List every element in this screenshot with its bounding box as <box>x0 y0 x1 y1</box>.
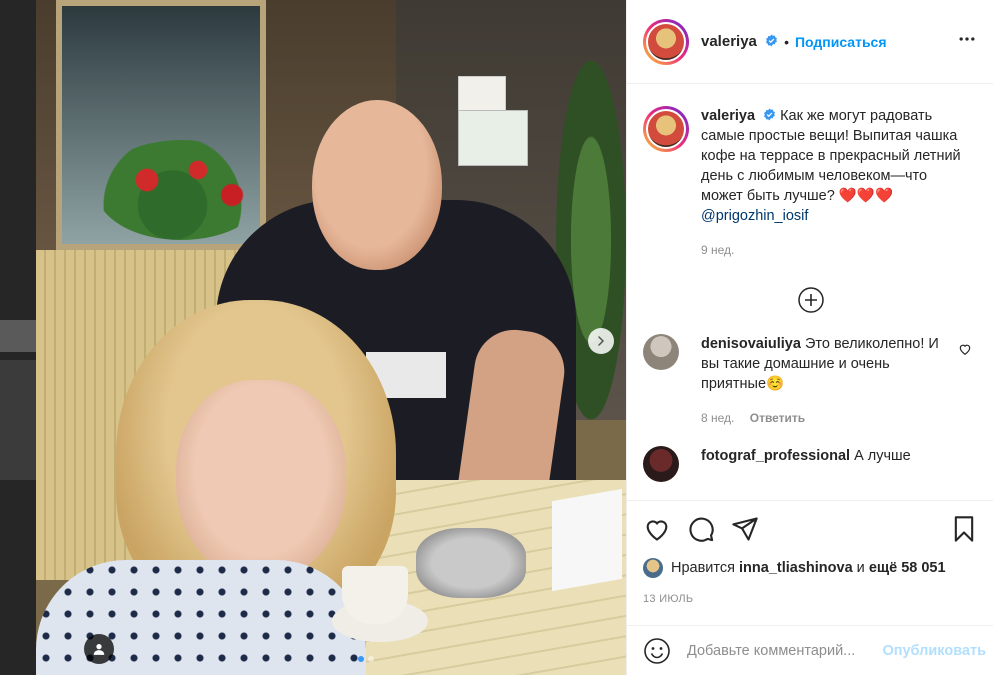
caption-body: valeriya Как же могут радовать самые про… <box>701 106 971 260</box>
comments-scroll-area[interactable]: valeriya Как же могут радовать самые про… <box>627 84 993 500</box>
likes-middle: и <box>856 560 865 576</box>
bookmark-icon[interactable] <box>950 515 978 543</box>
more-options-icon <box>959 37 975 41</box>
carousel-dot <box>368 656 374 662</box>
comment-meta: 8 нед. Ответить <box>701 408 945 428</box>
author-username-text: valeriya <box>701 33 757 50</box>
like-heart-icon[interactable] <box>643 515 671 543</box>
carousel-indicator <box>358 656 374 662</box>
comment-avatar[interactable] <box>643 446 679 482</box>
photo-sign <box>458 76 506 112</box>
post-date[interactable]: 13 ИЮЛЬ <box>643 593 978 605</box>
comment-input[interactable] <box>687 643 877 659</box>
user-tag-button[interactable] <box>84 634 114 664</box>
header-separator: • <box>784 33 789 50</box>
comment-body: fotograf_professional А лучше <box>701 446 945 482</box>
likes-prefix: Нравится <box>671 560 735 576</box>
author-username[interactable]: valeriya <box>701 33 778 50</box>
carousel-next-button[interactable] <box>588 328 614 354</box>
caption-mention-link[interactable]: @prigozhin_iosif <box>701 208 808 224</box>
post-actions: Нравится inna_tliashinova и ещё 58 051 1… <box>627 500 993 675</box>
caption-timestamp[interactable]: 9 нед. <box>701 240 971 260</box>
post-caption: valeriya Как же могут радовать самые про… <box>627 84 993 260</box>
photo-sugar-bowl <box>416 528 526 598</box>
comment-reply-button[interactable]: Ответить <box>750 411 805 425</box>
emoji-icon[interactable] <box>643 637 671 665</box>
backdrop-strip <box>0 360 36 480</box>
comment-body: denisovaiuliya Это великолепно! И вы так… <box>701 334 945 428</box>
more-options-button[interactable] <box>957 29 977 54</box>
photo-woman-dress <box>36 560 366 675</box>
photo-menu-board <box>458 110 528 166</box>
post-header: valeriya • Подписаться <box>627 0 993 84</box>
comment-composer: Опубликовать <box>627 625 993 675</box>
load-more-comments-icon <box>797 287 824 313</box>
carousel-dot <box>358 656 364 662</box>
comment-text: А лучше <box>854 448 911 464</box>
follow-button[interactable]: Подписаться <box>795 34 887 50</box>
likes-summary: Нравится inna_tliashinova и ещё 58 051 <box>643 557 978 579</box>
avatar <box>646 109 686 149</box>
user-tag-icon <box>93 644 105 655</box>
carousel-next-icon <box>598 336 605 346</box>
post-modal: valeriya • Подписаться valeriya Как же м… <box>0 0 993 675</box>
likes-count-link[interactable]: ещё 58 051 <box>869 560 946 576</box>
comment-item: denisovaiuliya Это великолепно! И вы так… <box>627 314 993 428</box>
avatar <box>646 21 686 62</box>
share-plane-icon[interactable] <box>731 515 759 543</box>
comment-avatar[interactable] <box>643 334 679 370</box>
publish-button[interactable]: Опубликовать <box>882 643 986 659</box>
comment-item: fotograf_professional А лучше <box>627 428 993 482</box>
caption-username[interactable]: valeriya <box>701 108 755 124</box>
backdrop[interactable] <box>0 0 36 675</box>
comment-username[interactable]: denisovaiuliya <box>701 336 801 352</box>
caption-avatar-ring[interactable] <box>643 106 689 152</box>
comment-like-icon[interactable] <box>958 342 972 356</box>
comment-timestamp[interactable]: 8 нед. <box>701 411 734 425</box>
comment-bubble-icon[interactable] <box>687 515 715 543</box>
author-avatar-ring[interactable] <box>643 18 689 65</box>
photo-napkin-holder <box>552 488 622 592</box>
verified-badge-icon <box>764 108 775 121</box>
post-photo[interactable] <box>36 0 626 675</box>
photo-woman-face <box>176 380 346 580</box>
verified-badge-icon <box>766 34 777 47</box>
caption-hearts: ❤️❤️❤️ <box>838 188 894 204</box>
photo-man-head <box>312 100 442 270</box>
liker-username[interactable]: inna_tliashinova <box>739 560 853 576</box>
photo-coffee-cup <box>342 566 408 624</box>
liker-avatar[interactable] <box>643 558 663 578</box>
load-more-comments-button[interactable] <box>627 286 993 314</box>
comment-username[interactable]: fotograf_professional <box>701 448 850 464</box>
backdrop-strip <box>0 320 36 352</box>
post-details-panel: valeriya • Подписаться valeriya Как же м… <box>626 0 993 675</box>
photo-flowers <box>96 140 266 240</box>
action-bar <box>643 501 978 557</box>
